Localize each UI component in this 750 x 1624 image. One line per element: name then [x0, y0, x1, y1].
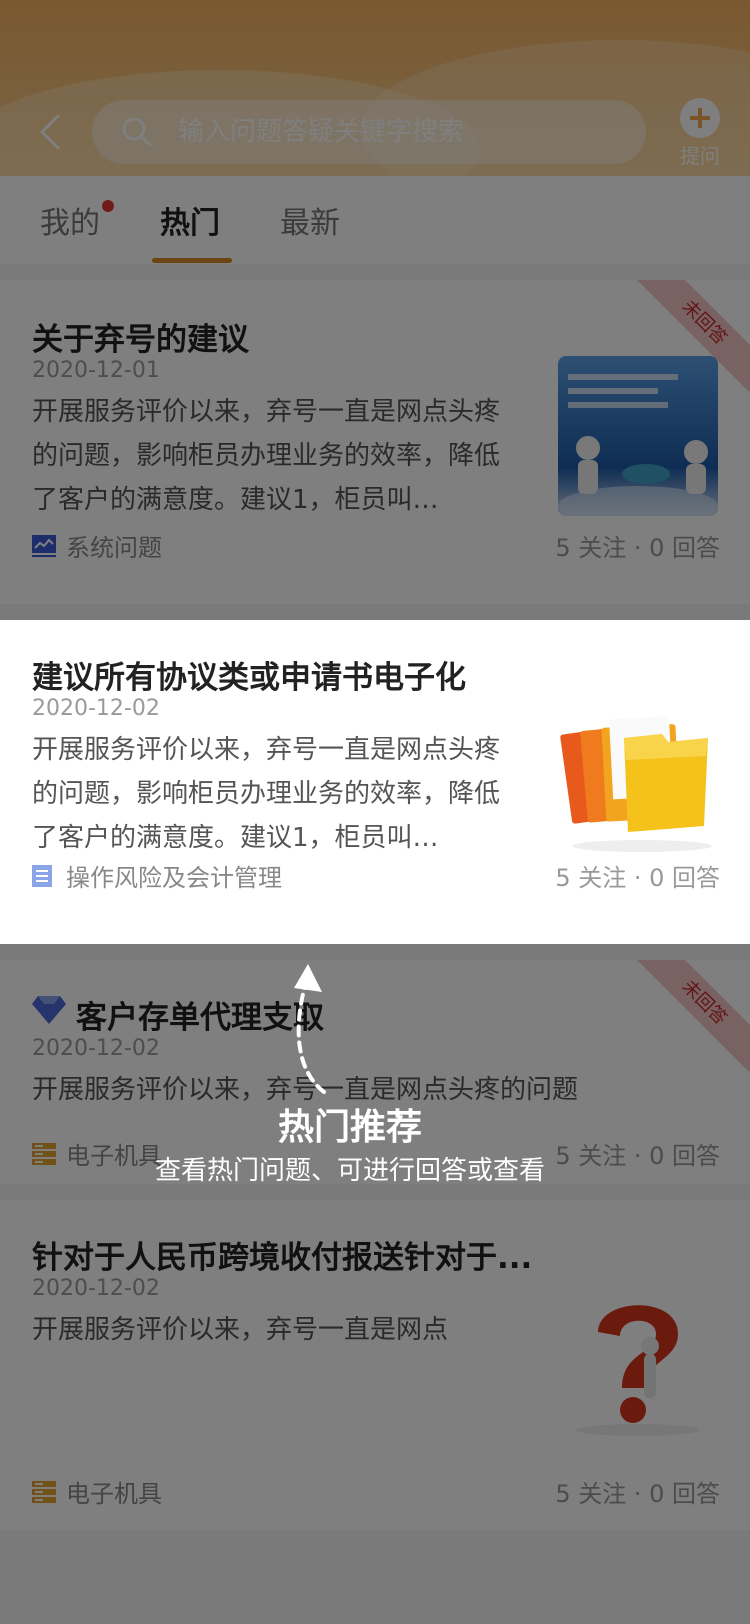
diamond-icon	[32, 996, 66, 1024]
question-desc: 开展服务评价以来，弃号一直是网点头疼的问题，影响柜员办理业务的效率，降低了客户的…	[32, 735, 501, 853]
question-thumbnail	[558, 356, 718, 516]
question-desc: 开展服务评价以来，弃号一直是网点头疼的问题	[32, 1075, 579, 1105]
question-stats: 5 关注 · 0 回答	[555, 1480, 720, 1508]
category-label: 电子机具	[66, 1480, 162, 1508]
document-icon	[32, 864, 52, 887]
active-tab-indicator	[152, 258, 232, 263]
header-bar: 提问	[0, 0, 750, 176]
question-card[interactable]: 建议所有协议类或申请书电子化 2020-12-02 开展服务评价以来，弃号一直是…	[0, 620, 750, 944]
category-label: 操作风险及会计管理	[66, 864, 282, 892]
question-desc: 开展服务评价以来，弃号一直是网点头疼的问题，影响柜员办理业务的效率，降低了客户的…	[32, 397, 501, 515]
question-category: 系统问题	[32, 528, 162, 563]
question-category: 操作风险及会计管理	[32, 858, 282, 893]
ask-label: 提问	[680, 144, 720, 168]
category-label: 系统问题	[66, 534, 162, 562]
tab-mine[interactable]: 我的	[40, 198, 100, 242]
device-icon	[32, 1142, 56, 1165]
question-title: 客户存单代理支取	[76, 1000, 324, 1036]
question-thumbnail	[558, 1280, 718, 1440]
question-category: 电子机具	[32, 1474, 162, 1509]
device-icon	[32, 1480, 56, 1503]
question-card[interactable]: 针对于人民币跨境收付报送针对于... 2020-12-02 开展服务评价以来，弃…	[0, 1200, 750, 1530]
tab-new[interactable]: 最新	[280, 198, 340, 242]
search-bar[interactable]	[92, 100, 646, 164]
question-stats: 5 关注 · 0 回答	[555, 534, 720, 562]
back-button[interactable]	[36, 112, 64, 152]
question-card[interactable]: 未回答 客户存单代理支取 2020-12-02 开展服务评价以来，弃号一直是网点…	[0, 960, 750, 1184]
search-icon	[122, 117, 152, 147]
search-input[interactable]	[178, 117, 618, 147]
unread-dot	[102, 200, 114, 212]
tab-bar: 我的 热门 最新	[0, 176, 750, 264]
question-category: 电子机具	[32, 1136, 162, 1171]
chevron-left-icon	[40, 114, 60, 150]
unanswered-badge: 未回答	[635, 960, 750, 1072]
plus-icon	[680, 98, 720, 138]
question-stats: 5 关注 · 0 回答	[555, 864, 720, 892]
chart-icon	[32, 534, 56, 557]
category-label: 电子机具	[66, 1142, 162, 1170]
question-stats: 5 关注 · 0 回答	[555, 1142, 720, 1170]
tab-hot[interactable]: 热门	[160, 198, 220, 242]
question-date: 2020-12-02	[32, 696, 160, 721]
question-desc: 开展服务评价以来，弃号一直是网点	[32, 1315, 449, 1345]
ask-question-button[interactable]: 提问	[672, 98, 728, 169]
question-date: 2020-12-02	[32, 1036, 160, 1061]
question-title: 建议所有协议类或申请书电子化	[32, 660, 466, 696]
question-card[interactable]: 未回答 关于弃号的建议 2020-12-01 开展服务评价以来，弃号一直是网点头…	[0, 280, 750, 604]
question-date: 2020-12-02	[32, 1276, 160, 1301]
question-thumbnail	[558, 696, 718, 856]
question-title: 针对于人民币跨境收付报送针对于...	[32, 1240, 533, 1276]
question-title: 关于弃号的建议	[32, 322, 249, 358]
question-date: 2020-12-01	[32, 358, 160, 383]
